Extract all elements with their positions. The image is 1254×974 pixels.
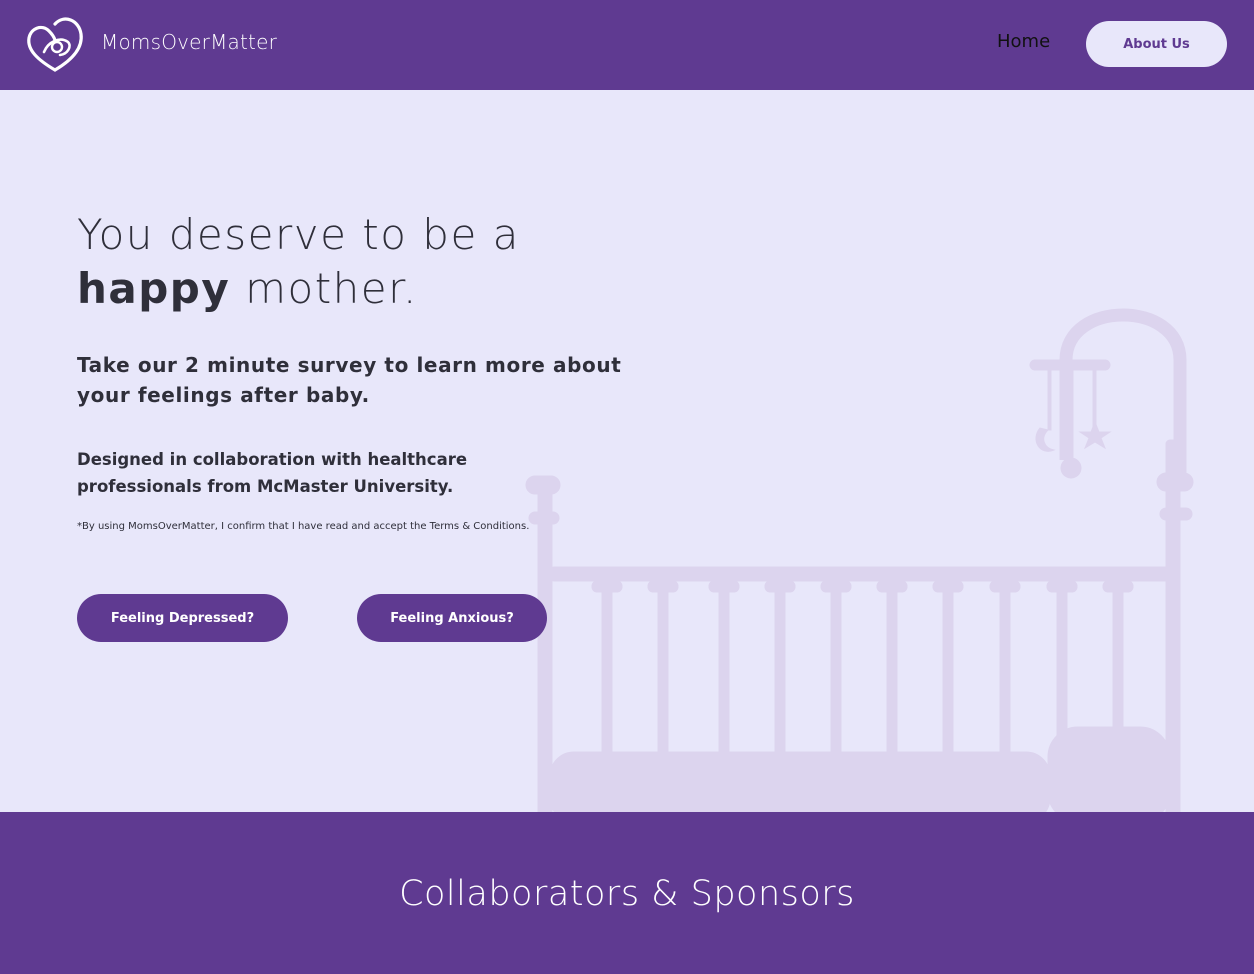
collaboration-text: Designed in collaboration with healthcar… (77, 450, 468, 496)
crib-slat-cap (932, 580, 964, 593)
brand-name[interactable]: MomsOverMatter (101, 30, 277, 54)
headline-emphasis: happy (77, 264, 231, 313)
crib-slat-cap (1102, 580, 1134, 593)
terms-disclaimer: *By using MomsOverMatter, I confirm that… (77, 521, 530, 532)
nav-home-link[interactable]: Home (997, 31, 1050, 52)
site-header: MomsOverMatter Home About Us (0, 0, 1254, 90)
crib-slat-cap (989, 580, 1021, 593)
about-us-button[interactable]: About Us (1086, 21, 1227, 67)
hero-section: You deserve to be a happy mother. Take o… (0, 90, 1254, 812)
crib-slat-cap (876, 580, 908, 593)
feeling-anxious-button[interactable]: Feeling Anxious? (357, 594, 547, 642)
feeling-depressed-button[interactable]: Feeling Depressed? (77, 594, 288, 642)
sponsors-title: Collaborators & Sponsors (399, 874, 855, 914)
crib-slat-cap (647, 580, 679, 593)
crib-slat-cap (1046, 580, 1078, 593)
heart-mother-baby-icon[interactable] (24, 14, 86, 74)
headline-rest: mother. (230, 264, 418, 313)
crib-slat-cap (820, 580, 852, 593)
crib-slat-cap (708, 580, 740, 593)
crib-slat-cap (591, 580, 623, 593)
hero-headline: You deserve to be a happy mother. (77, 208, 637, 316)
survey-subheading: Take our 2 minute survey to learn more a… (77, 353, 622, 407)
crib-slat-cap (764, 580, 796, 593)
headline-line1: You deserve to be a (77, 210, 520, 259)
sponsors-section: Collaborators & Sponsors (0, 812, 1254, 974)
